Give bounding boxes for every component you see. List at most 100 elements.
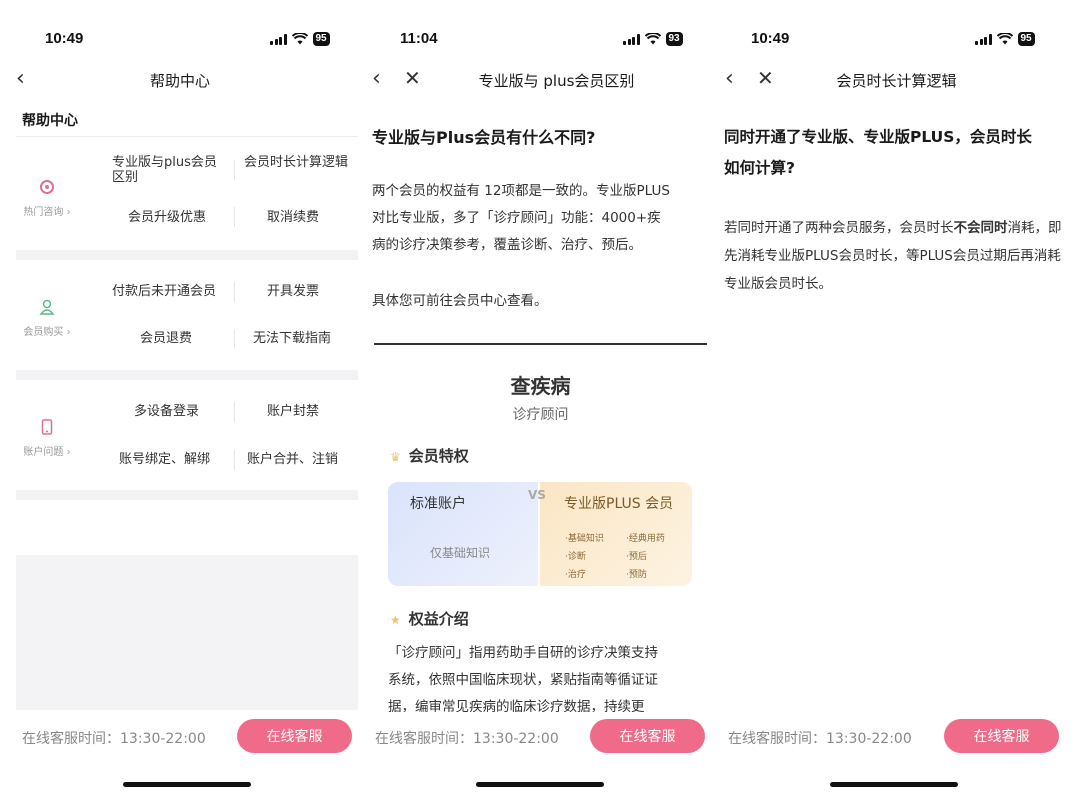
back-icon[interactable]: ‹	[372, 68, 381, 90]
feature-item: ·预后	[626, 552, 647, 562]
text-line: 如何计算?	[724, 159, 795, 177]
standard-account-title: 标准账户	[410, 496, 466, 512]
feature-item: ·经典用药	[626, 534, 665, 544]
intro-heading: ★ 权益介绍	[390, 610, 469, 628]
empty-area	[16, 555, 358, 710]
online-service-button[interactable]: 在线客服	[237, 719, 352, 753]
vs-label: VS	[528, 488, 546, 502]
section-side: 账户问题 ›	[16, 418, 78, 459]
faq-item[interactable]: 会员退费	[140, 331, 192, 346]
section-side: 会员购买 ›	[16, 298, 78, 339]
answer-note: 具体您可前往会员中心查看。	[372, 293, 548, 309]
divider	[234, 329, 235, 349]
pro-vs-plus-screen: 11:04 93 ‹ ✕ 专业版与 plus会员区别 专业版与Plus会员有什么…	[360, 0, 713, 810]
home-indicator[interactable]	[830, 782, 958, 787]
page-heading: 帮助中心	[22, 113, 78, 129]
status-bar: 10:49 95	[0, 28, 360, 52]
divider	[234, 282, 235, 302]
online-service-button[interactable]: 在线客服	[590, 719, 705, 753]
card-subtitle: 诊疗顾问	[512, 407, 569, 423]
wifi-icon	[291, 33, 308, 45]
feature-item: ·治疗	[565, 570, 586, 580]
faq-item[interactable]: 付款后未开通会员	[112, 284, 216, 299]
text-line: 病的诊疗决策参考，覆盖诊断、治疗、预后。	[372, 237, 642, 253]
question-title: 专业版与Plus会员有什么不同?	[372, 128, 596, 147]
signal-icon	[270, 33, 287, 45]
feature-item: ·预防	[626, 570, 647, 580]
text-line: 两个会员的权益有 12项都是一致的。专业版PLUS	[372, 183, 670, 199]
text-line: 「诊疗顾问」指用药助手自研的诊疗决策支持	[388, 645, 658, 661]
status-icons: 93	[623, 32, 683, 46]
divider	[16, 490, 358, 500]
home-indicator[interactable]	[476, 782, 604, 787]
home-indicator[interactable]	[123, 782, 251, 787]
standard-account-sub: 仅基础知识	[430, 546, 491, 560]
divider	[374, 343, 707, 345]
nav-bar: ‹ ✕ 会员时长计算逻辑	[713, 64, 1080, 96]
member-duration-screen: 10:49 95 ‹ ✕ 会员时长计算逻辑 同时开通了专业版、专业版PLUS，会…	[713, 0, 1080, 810]
status-bar: 10:49 95	[713, 28, 1080, 52]
status-icons: 95	[975, 32, 1035, 46]
question-title: 同时开通了专业版、专业版PLUS，会员时长 如何计算?	[724, 122, 1032, 184]
user-icon	[39, 299, 55, 315]
faq-item[interactable]: 取消续费	[267, 210, 319, 225]
nav-title: 帮助中心	[149, 72, 210, 90]
privilege-heading: ♛ 会员特权	[390, 447, 469, 465]
battery-icon: 95	[1017, 32, 1035, 46]
phone-icon	[41, 419, 53, 435]
text-line: 对比专业版，多了「诊疗顾问」功能：4000+疾	[372, 210, 661, 226]
text-line: 同时开通了专业版、专业版PLUS，会员时长	[724, 128, 1032, 146]
divider	[234, 160, 235, 180]
text-line: 系统，依照中国临床现状，紧贴指南等循证证	[388, 672, 658, 688]
nav-title: 会员时长计算逻辑	[836, 72, 957, 90]
battery-icon: 95	[312, 32, 330, 46]
faq-item[interactable]: 账户封禁	[267, 404, 319, 419]
battery-icon: 93	[665, 32, 683, 46]
wifi-icon	[644, 33, 661, 45]
divider	[234, 450, 235, 470]
faq-item[interactable]: 账号绑定、解绑	[119, 452, 210, 467]
section-purchase: 会员购买 › 付款后未开通会员 开具发票 会员退费 无法下载指南	[16, 260, 358, 370]
signal-icon	[623, 33, 640, 45]
faq-item[interactable]: 账户合并、注销	[247, 452, 338, 467]
faq-item[interactable]: 专业版与plus会员区别	[112, 155, 227, 185]
answer-paragraph: 两个会员的权益有 12项都是一致的。专业版PLUS 对比专业版，多了「诊疗顾问」…	[372, 178, 670, 259]
nav-bar: ‹ 帮助中心	[0, 64, 360, 96]
service-hours: 在线客服时间：13:30-22:00	[375, 731, 559, 747]
faq-item[interactable]: 多设备登录	[134, 404, 199, 419]
faq-item[interactable]: 会员时长计算逻辑	[244, 155, 348, 170]
help-center-screen: 10:49 95 ‹ 帮助中心 帮助中心 热门咨询 › 专业版与plus会员区别…	[0, 0, 360, 810]
star-icon: ★	[390, 613, 401, 627]
faq-item[interactable]: 无法下载指南	[253, 331, 331, 346]
divider	[16, 370, 358, 380]
signal-icon	[975, 33, 992, 45]
status-time: 11:04	[400, 30, 438, 47]
hot-icon	[40, 180, 54, 194]
divider	[16, 136, 358, 137]
section-label: 会员购买 ›	[23, 327, 71, 338]
divider	[234, 207, 235, 227]
status-time: 10:49	[45, 30, 84, 47]
section-hot: 热门咨询 › 专业版与plus会员区别 会员时长计算逻辑 会员升级优惠 取消续费	[16, 140, 358, 250]
divider	[234, 402, 235, 422]
card-title: 查疾病	[510, 374, 571, 398]
intro-text: 「诊疗顾问」指用药助手自研的诊疗决策支持 系统，依照中国临床现状，紧贴指南等循证…	[388, 640, 658, 721]
answer-paragraph: 若同时开通了两种会员服务，会员时长不会同时消耗，即先消耗专业版PLUS会员时长，…	[724, 220, 1062, 292]
nav-title: 专业版与 plus会员区别	[478, 72, 635, 90]
faq-item[interactable]: 会员升级优惠	[128, 210, 206, 225]
section-side: 热门咨询 ›	[16, 178, 78, 219]
section-label: 热门咨询 ›	[23, 207, 71, 218]
section-account: 账户问题 › 多设备登录 账户封禁 账号绑定、解绑 账户合并、注销	[16, 380, 358, 490]
nav-bar: ‹ ✕ 专业版与 plus会员区别	[360, 64, 713, 96]
online-service-button[interactable]: 在线客服	[944, 719, 1059, 753]
faq-item[interactable]: 开具发票	[267, 284, 319, 299]
section-label: 账户问题 ›	[23, 447, 71, 458]
crown-icon: ♛	[390, 450, 401, 464]
service-hours: 在线客服时间：13:30-22:00	[728, 731, 912, 747]
wifi-icon	[996, 33, 1013, 45]
status-bar: 11:04 93	[360, 28, 713, 52]
divider	[16, 250, 358, 260]
status-icons: 95	[270, 32, 330, 46]
emphasis-text: 不会同时	[953, 220, 1008, 236]
plus-member-title: 专业版PLUS 会员	[564, 496, 674, 512]
